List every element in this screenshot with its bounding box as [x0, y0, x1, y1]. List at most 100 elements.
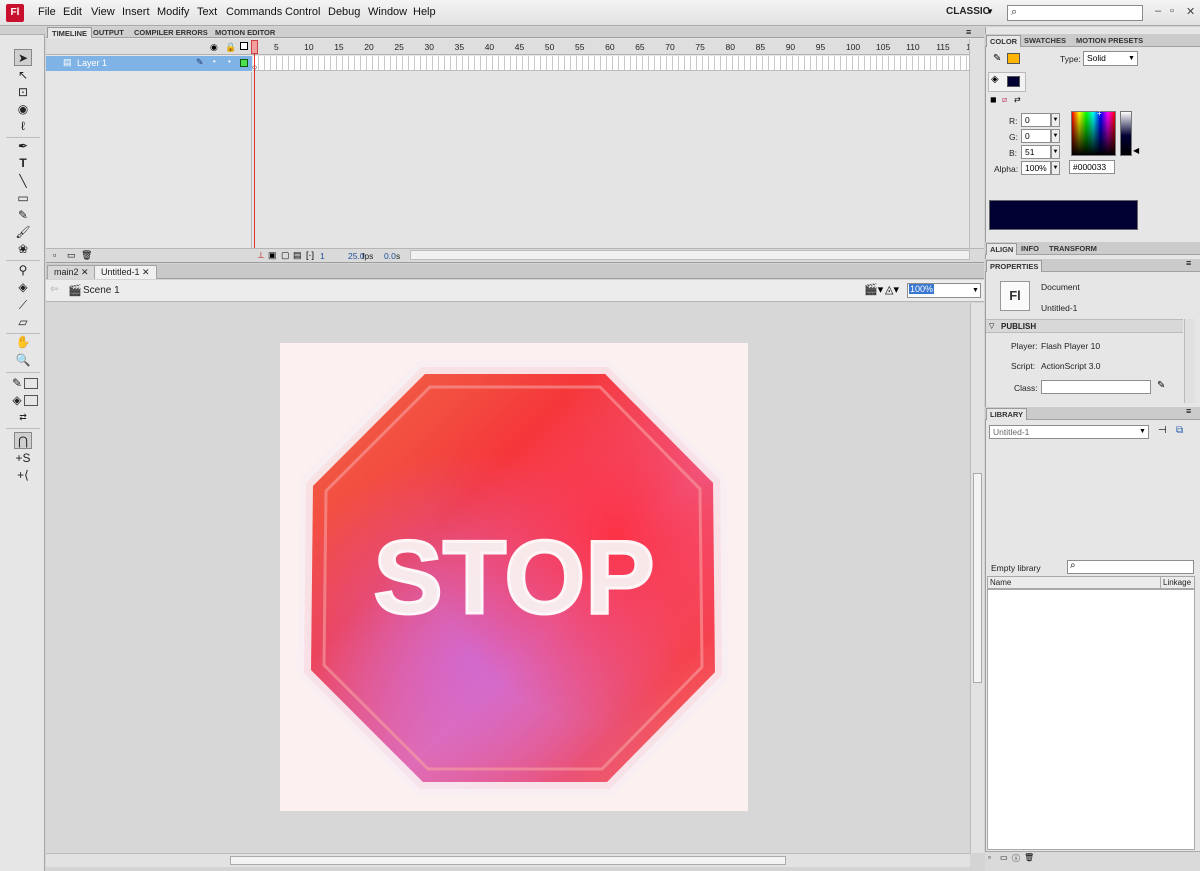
timeline-vertical-scrollbar[interactable]	[969, 39, 984, 248]
paint-bucket-tool-icon[interactable]: ◈	[14, 279, 32, 296]
playhead[interactable]	[254, 40, 255, 262]
chevron-down-icon[interactable]: ▽	[989, 322, 994, 330]
r-spin-icon[interactable]: ▼	[1051, 113, 1060, 127]
panel-menu-icon[interactable]: ≡	[1186, 258, 1191, 268]
fill-color-swatch[interactable]	[24, 395, 38, 406]
properties-icon[interactable]: ⓘ	[1012, 853, 1020, 864]
timeline-horizontal-scrollbar[interactable]	[410, 250, 970, 260]
no-color-icon[interactable]: ⧄	[1002, 95, 1007, 105]
edit-class-pencil-icon[interactable]: ✎	[1157, 380, 1165, 391]
player-value[interactable]: Flash Player 10	[1041, 341, 1100, 351]
b-input[interactable]: 51	[1021, 145, 1051, 159]
outline-icon[interactable]	[240, 42, 248, 50]
swap-colors-icon[interactable]: ⇄	[14, 409, 32, 426]
tab-motion-editor[interactable]: MOTION EDITOR	[211, 27, 279, 38]
class-input[interactable]	[1041, 380, 1151, 394]
chevron-down-icon[interactable]: ▼	[986, 7, 994, 16]
menu-modify[interactable]: Modify	[157, 6, 189, 18]
menu-text[interactable]: Text	[197, 6, 217, 18]
lock-icon[interactable]: 🔒	[225, 42, 236, 53]
tab-timeline[interactable]: TIMELINE	[47, 27, 92, 38]
hand-tool-icon[interactable]: ✋	[14, 334, 32, 351]
playhead-handle[interactable]	[251, 40, 258, 54]
tab-info[interactable]: INFO	[1018, 243, 1042, 255]
menu-view[interactable]: View	[91, 6, 115, 18]
deco-tool-icon[interactable]: ❀	[14, 241, 32, 258]
pin-library-icon[interactable]: ⊣	[1158, 425, 1167, 436]
delete-layer-icon[interactable]: 🗑	[81, 250, 92, 261]
scroll-thumb[interactable]	[230, 856, 786, 865]
b-spin-icon[interactable]: ▼	[1051, 145, 1060, 159]
new-symbol-icon[interactable]: ▫	[988, 853, 991, 862]
panel-menu-icon[interactable]: ≡	[966, 27, 971, 37]
frames-row[interactable]	[253, 56, 969, 71]
workspace-switcher[interactable]: CLASSIC	[946, 6, 990, 17]
edit-multiple-frames-icon[interactable]: ▤	[293, 250, 302, 261]
library-document-select[interactable]: Untitled-1	[989, 425, 1149, 439]
g-input[interactable]: 0	[1021, 129, 1051, 143]
text-tool-icon[interactable]: T	[14, 155, 32, 172]
alpha-input[interactable]: 100%	[1021, 161, 1051, 175]
column-linkage[interactable]: Linkage	[1163, 578, 1191, 587]
tab-output[interactable]: OUTPUT	[89, 27, 128, 38]
zoom-tool-icon[interactable]: 🔍	[14, 352, 32, 369]
new-folder-icon[interactable]: ▭	[67, 250, 76, 261]
smooth-icon[interactable]: +S	[14, 450, 32, 467]
hex-input[interactable]: #000033	[1069, 160, 1115, 174]
properties-scrollbar[interactable]	[1184, 319, 1195, 403]
tab-library[interactable]: LIBRARY	[986, 408, 1028, 420]
tab-color[interactable]: COLOR	[986, 35, 1022, 47]
lock-dot[interactable]: •	[228, 57, 231, 66]
library-list[interactable]	[987, 589, 1195, 850]
stroke-color-swatch[interactable]	[24, 378, 38, 389]
chevron-down-icon[interactable]: ▼	[1139, 428, 1146, 435]
close-icon[interactable]: ✕	[81, 267, 89, 277]
close-icon[interactable]: ✕	[1186, 5, 1195, 18]
new-folder-icon[interactable]: ▭	[1000, 853, 1008, 862]
fill-color-swatch[interactable]	[1007, 76, 1020, 87]
library-search-input[interactable]	[1067, 560, 1194, 574]
free-transform-tool-icon[interactable]: ⊡	[14, 84, 32, 101]
center-frame-icon[interactable]: ⊥	[257, 250, 265, 261]
chevron-down-icon[interactable]: ▼	[972, 287, 979, 294]
tab-transform[interactable]: TRANSFORM	[1046, 243, 1100, 255]
tab-align[interactable]: ALIGN	[986, 243, 1018, 255]
eraser-tool-icon[interactable]: ▱	[14, 314, 32, 331]
g-spin-icon[interactable]: ▼	[1051, 129, 1060, 143]
stage-canvas[interactable]: STOP	[280, 343, 748, 811]
lasso-tool-icon[interactable]: ℓ	[14, 118, 32, 135]
straighten-icon[interactable]: +⟨	[14, 467, 32, 484]
minimize-icon[interactable]: –	[1155, 5, 1161, 17]
snap-to-objects-icon[interactable]: ⋂	[14, 432, 32, 449]
scroll-thumb[interactable]	[973, 473, 982, 683]
close-icon[interactable]: ✕	[142, 267, 150, 277]
3d-rotation-tool-icon[interactable]: ◉	[14, 101, 32, 118]
tab-swatches[interactable]: SWATCHES	[1021, 35, 1069, 47]
chevron-down-icon[interactable]: ▼	[1128, 55, 1135, 62]
black-white-icon[interactable]: ◼	[990, 95, 997, 104]
doc-tab-untitled-1[interactable]: Untitled-1 ✕	[94, 265, 157, 279]
brush-tool-icon[interactable]: 🖌	[14, 224, 32, 241]
alpha-spin-icon[interactable]: ▼	[1051, 161, 1060, 175]
new-layer-icon[interactable]: ▫	[53, 250, 56, 260]
column-name[interactable]: Name	[990, 578, 1011, 587]
stage-horizontal-scrollbar[interactable]	[46, 853, 970, 867]
stroke-color-swatch[interactable]	[1007, 53, 1020, 64]
menu-file[interactable]: File	[38, 6, 56, 18]
column-divider[interactable]	[1160, 577, 1161, 588]
tools-grip[interactable]	[0, 27, 45, 35]
show-hide-eye-icon[interactable]: ◉	[210, 42, 218, 53]
pen-tool-icon[interactable]: ✒	[14, 138, 32, 155]
help-search-input[interactable]	[1007, 5, 1143, 21]
tab-properties[interactable]: PROPERTIES	[986, 260, 1043, 272]
layer-name[interactable]: Layer 1	[77, 58, 107, 68]
restore-icon[interactable]: ▫	[1170, 5, 1174, 17]
swap-colors-icon[interactable]: ⇄	[1014, 95, 1021, 104]
menu-control[interactable]: Control	[285, 6, 320, 18]
menu-commands[interactable]: Commands	[226, 6, 282, 18]
line-tool-icon[interactable]: ╲	[14, 173, 32, 190]
visibility-dot[interactable]: •	[213, 57, 216, 66]
eyedropper-tool-icon[interactable]: ⟋	[14, 297, 32, 314]
script-value[interactable]: ActionScript 3.0	[1041, 361, 1101, 371]
color-spectrum[interactable]	[1071, 111, 1116, 156]
